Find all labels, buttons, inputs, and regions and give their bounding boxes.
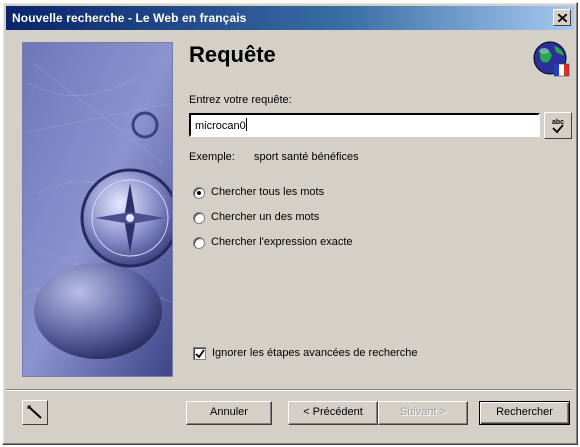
wizard-side-image [22,42,173,377]
query-value: microcan0 [195,120,246,132]
checkmark-icon [195,349,205,359]
search-button[interactable]: Rechercher [479,401,570,425]
window-title: Nouvelle recherche - Le Web en français [12,11,247,25]
magic-wand-icon [27,405,42,419]
cancel-button[interactable]: Annuler [186,401,272,425]
text-caret [245,118,247,131]
next-button[interactable]: Suivant > [378,401,468,425]
close-icon [558,14,567,22]
spell-check-button[interactable]: abc [544,112,572,139]
radio-dot [197,191,201,195]
radio-label: Chercher l'expression exacte [211,236,353,248]
skip-advanced-label[interactable]: Ignorer les étapes avancées de recherche [212,347,417,359]
page-heading: Requête [189,42,276,67]
radio-label: Chercher un des mots [211,211,320,223]
button-divider [6,389,572,391]
query-label: Entrez votre requête: [189,94,292,106]
globe-flag-icon [533,41,570,77]
example-text: sport santé bénéfices [254,151,359,163]
close-button[interactable] [553,9,571,26]
wizard-tool-button[interactable] [22,400,48,425]
previous-button[interactable]: < Précédent [288,401,378,425]
spell-check-icon: abc [552,119,564,134]
skip-advanced-checkbox[interactable] [193,347,206,360]
radio-button[interactable] [193,187,205,199]
radio-button[interactable] [193,212,205,224]
radio-label: Chercher tous les mots [211,186,325,198]
example-label: Exemple: [189,151,235,163]
query-input[interactable]: microcan0 [189,113,540,137]
radio-button[interactable] [193,237,205,249]
title-bar[interactable]: Nouvelle recherche - Le Web en français [6,6,574,30]
